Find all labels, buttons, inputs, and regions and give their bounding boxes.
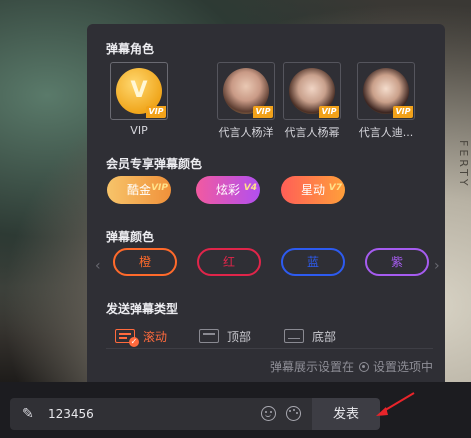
chevron-left-icon[interactable]: ‹ — [95, 258, 101, 274]
type-option-bottom[interactable]: 底部 — [284, 326, 336, 346]
danmaku-settings-panel: 弹幕角色 V VIP VIP VIP 代言人杨洋 VIP 代言人杨幂 VIP 代… — [87, 24, 445, 382]
member-color-section-title: 会员专享弹幕颜色 — [106, 157, 203, 171]
role-option-yangyang[interactable]: VIP 代言人杨洋 — [213, 62, 279, 140]
settings-note-suffix[interactable]: 设置选项中 — [373, 358, 433, 375]
chevron-right-icon[interactable]: › — [434, 258, 440, 274]
vip-badge: VIP — [253, 106, 273, 118]
role-option-dilireba[interactable]: VIP 代言人迪... — [353, 62, 419, 140]
type-label: 滚动 — [143, 329, 168, 344]
role-option-yangmi[interactable]: VIP 代言人杨幂 — [279, 62, 345, 140]
video-edge-text: FERTY — [457, 140, 470, 189]
role-frame: VIP — [217, 62, 275, 120]
pill-label: 星动 — [300, 183, 325, 197]
pill-label: 酷金 — [126, 183, 151, 197]
role-frame: V VIP — [110, 62, 168, 120]
send-button[interactable]: 发表 — [312, 398, 380, 430]
danmaku-input[interactable] — [46, 406, 250, 422]
type-option-scroll[interactable]: ✓ 滚动 — [115, 326, 168, 347]
role-label: VIP — [130, 124, 148, 137]
pill-label: 炫彩 — [215, 183, 240, 197]
check-icon: ✓ — [129, 337, 139, 347]
top-type-icon — [199, 329, 219, 343]
vip-tag: VIP — [151, 183, 168, 193]
member-color-xingdong[interactable]: 星动 V7 — [281, 176, 345, 204]
scroll-type-icon: ✓ — [115, 329, 139, 347]
color-section-title: 弹幕颜色 — [106, 230, 155, 244]
role-option-vip[interactable]: V VIP VIP — [106, 62, 172, 137]
member-color-kujin[interactable]: 酷金 VIP — [107, 176, 171, 204]
pen-icon[interactable]: ✎ — [22, 406, 38, 422]
red-arrow-annotation — [376, 392, 415, 416]
role-frame: VIP — [283, 62, 341, 120]
settings-note: 弹幕展示设置在 设置选项中 — [270, 358, 433, 375]
vip-badge: VIP — [393, 106, 413, 118]
color-option-orange[interactable]: 橙 — [113, 248, 177, 276]
danmaku-input-box: ✎ — [10, 398, 312, 430]
type-label: 顶部 — [227, 329, 252, 344]
color-option-purple[interactable]: 紫 — [365, 248, 429, 276]
level-tag: V7 — [328, 183, 342, 193]
role-section-title: 弹幕角色 — [106, 42, 155, 56]
type-option-top[interactable]: 顶部 — [199, 326, 251, 346]
type-label: 底部 — [312, 329, 337, 344]
color-option-blue[interactable]: 蓝 — [281, 248, 345, 276]
bottom-type-icon — [284, 329, 304, 343]
color-option-red[interactable]: 红 — [197, 248, 261, 276]
emoji-icon[interactable] — [261, 406, 276, 421]
type-section-title: 发送弹幕类型 — [106, 302, 179, 316]
palette-icon[interactable] — [286, 406, 301, 421]
vip-badge: VIP — [319, 106, 339, 118]
divider — [106, 348, 433, 349]
gear-icon — [358, 361, 369, 372]
vip-badge: VIP — [146, 106, 166, 118]
member-color-xuancai[interactable]: 炫彩 V4 — [196, 176, 260, 204]
role-label: 代言人迪... — [358, 126, 414, 139]
level-tag: V4 — [243, 183, 257, 193]
settings-note-prefix: 弹幕展示设置在 — [269, 360, 354, 374]
role-label: 代言人杨幂 — [284, 126, 340, 139]
role-label: 代言人杨洋 — [218, 126, 274, 139]
role-frame: VIP — [357, 62, 415, 120]
